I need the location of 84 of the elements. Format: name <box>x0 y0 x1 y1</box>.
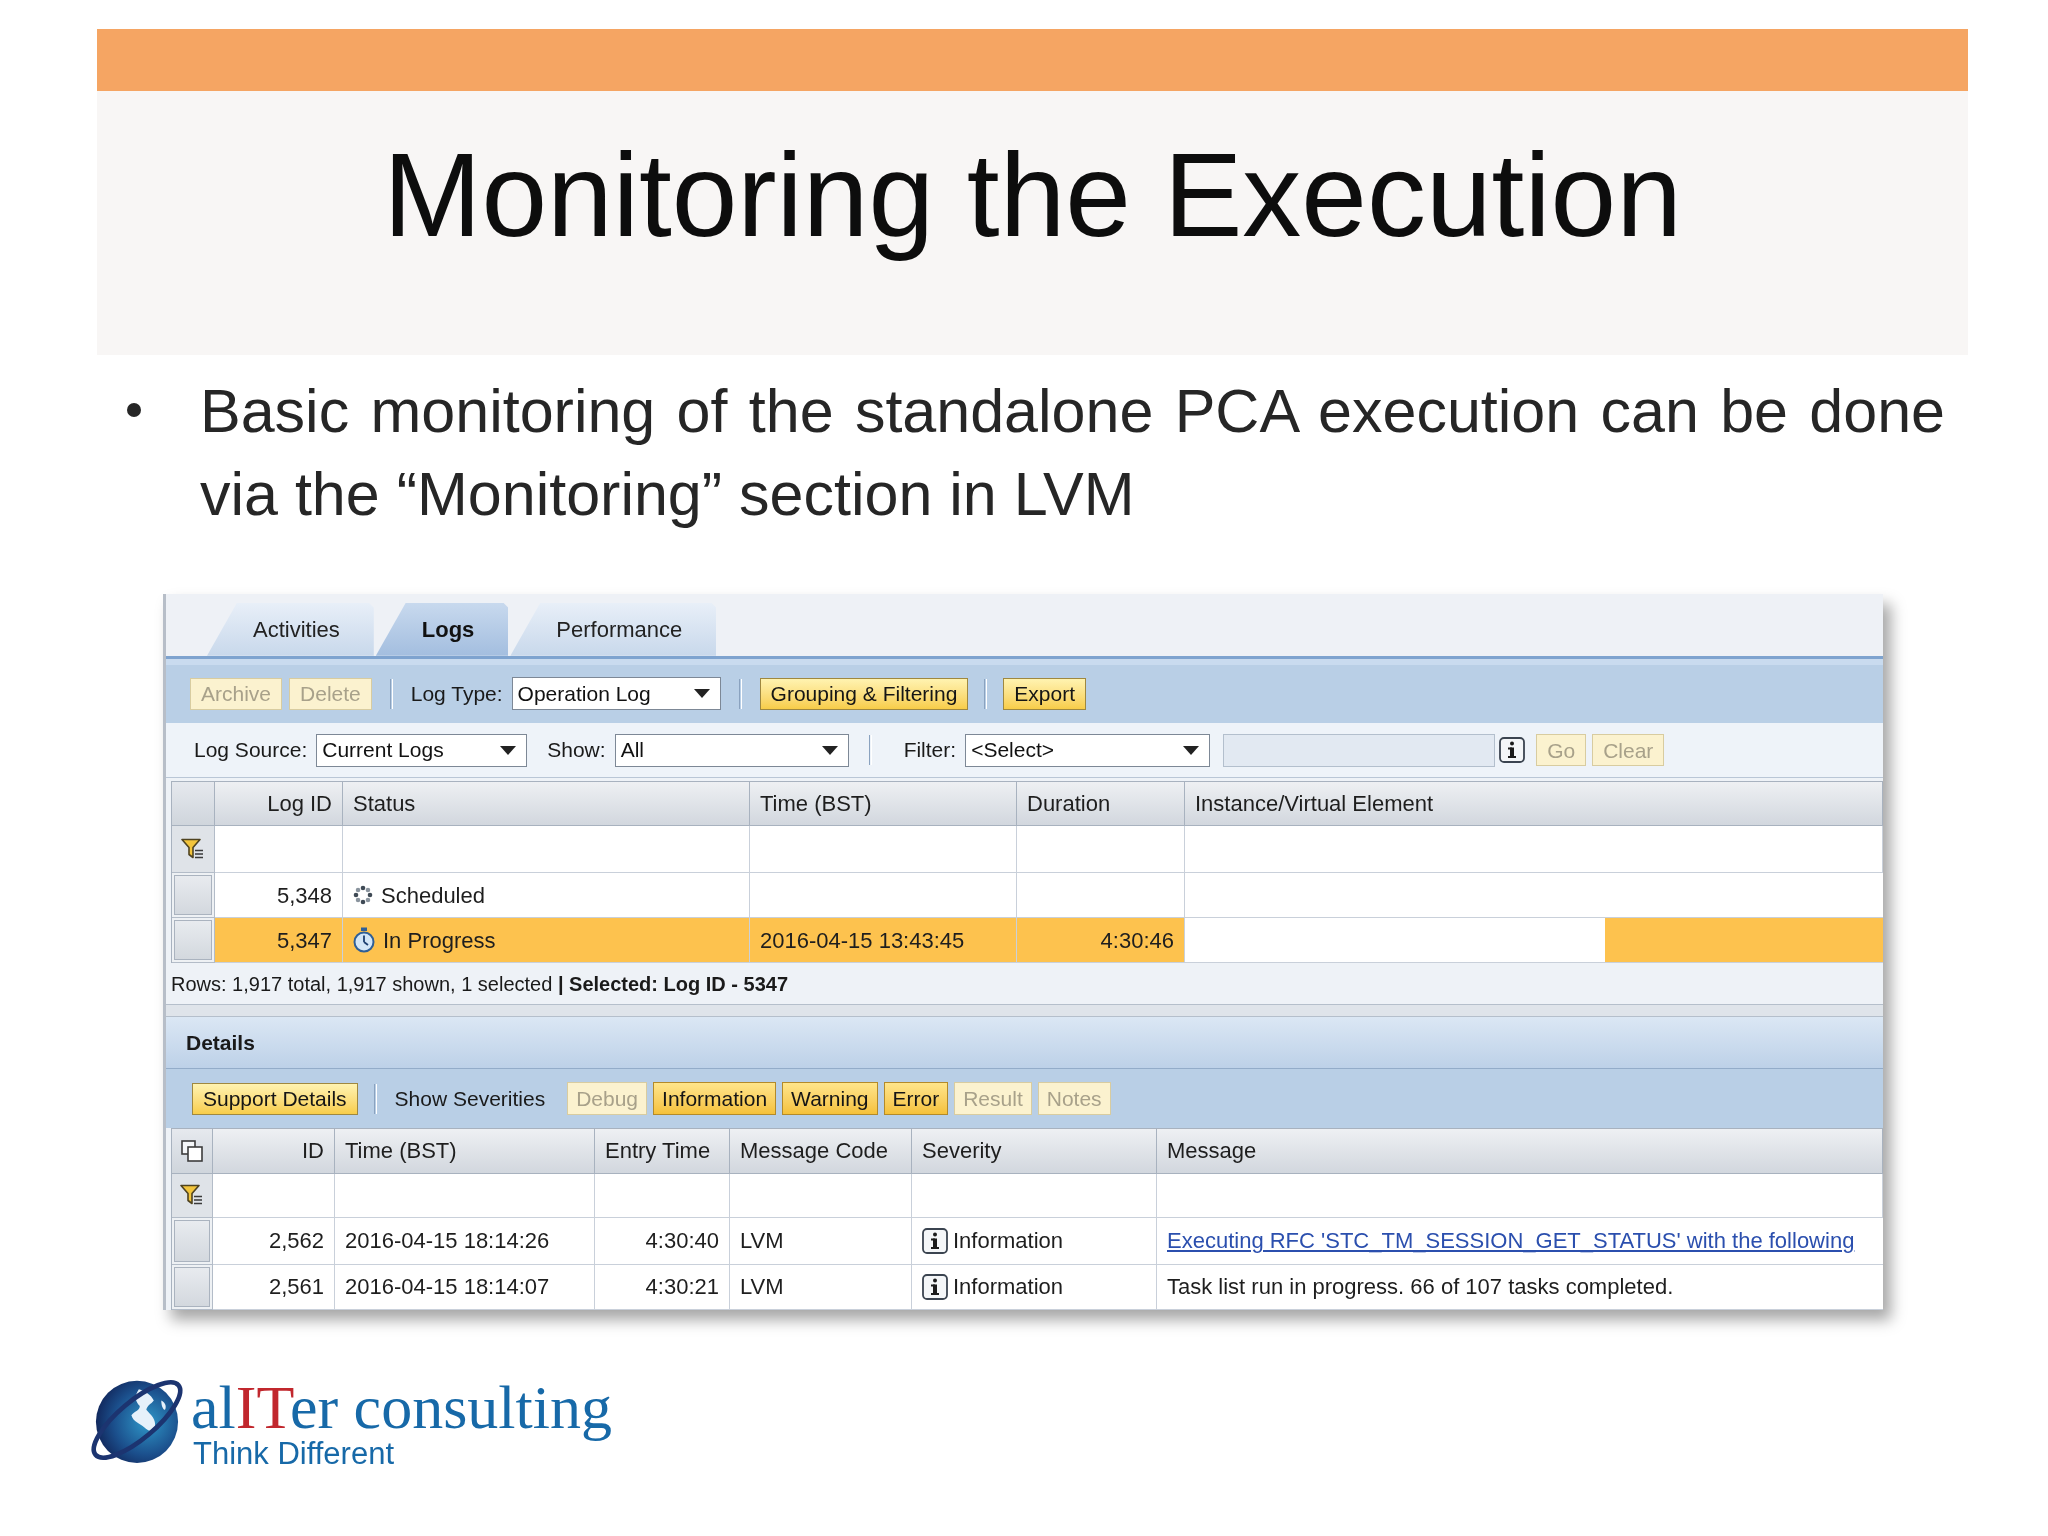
info-icon <box>922 1274 948 1300</box>
filter-input[interactable] <box>595 1174 730 1218</box>
column-header[interactable]: Severity <box>912 1129 1157 1174</box>
bullet-text: Basic monitoring of the standalone PCA execution can be done via the “Monitoring” section in LVM <box>200 376 1945 530</box>
column-header[interactable]: Entry Time <box>595 1129 730 1174</box>
column-header[interactable]: Duration <box>1017 782 1185 827</box>
row-selector[interactable] <box>174 1220 210 1262</box>
status-label: In Progress <box>383 926 496 955</box>
stopwatch-icon <box>353 927 375 954</box>
slide-title: Monitoring the Execution <box>383 128 1682 263</box>
column-header[interactable]: Log ID <box>215 782 343 827</box>
row-selector[interactable] <box>174 1267 210 1307</box>
entry-id: 2,562 <box>268 1227 324 1256</box>
severity-toggle[interactable]: Warning <box>782 1082 878 1116</box>
filter-input[interactable] <box>730 1174 912 1218</box>
spinner-icon <box>353 885 373 906</box>
timestamp: 2016-04-15 18:14:26 <box>345 1227 550 1256</box>
severity-label: Information <box>953 1227 1064 1256</box>
row-selector[interactable] <box>174 920 212 961</box>
severity-label: Information <box>953 1273 1064 1302</box>
column-header[interactable]: Message Code <box>730 1129 912 1174</box>
message-code: LVM <box>740 1273 784 1302</box>
splitter-bar[interactable] <box>166 1004 1883 1018</box>
duration: 4:30:46 <box>1100 926 1174 955</box>
dropdown[interactable]: Operation Log <box>511 677 721 711</box>
filter-input[interactable] <box>343 826 750 874</box>
filter-input[interactable] <box>213 1174 335 1218</box>
info-icon <box>922 1228 948 1254</box>
column-header[interactable]: ID <box>213 1129 335 1174</box>
severity-toggle[interactable]: Information <box>653 1082 777 1116</box>
message-text: Task list run in progress. 66 of 107 tasks completed. <box>1167 1273 1674 1302</box>
support-button[interactable]: Support Details <box>192 1082 358 1115</box>
entry-time: 4:30:21 <box>645 1273 719 1302</box>
column-header[interactable]: Status <box>343 782 750 827</box>
field-label: Log Source: <box>194 737 308 764</box>
section-title: Details <box>186 1030 255 1056</box>
filter-input[interactable] <box>1157 1174 1883 1218</box>
dropdown[interactable]: <Select> <box>965 733 1211 767</box>
column-header[interactable]: Time (BST) <box>750 782 1017 827</box>
field-label: Show: <box>547 737 606 764</box>
caret-icon <box>1183 745 1200 755</box>
timestamp: 2016-04-15 18:14:07 <box>345 1273 550 1302</box>
export-button[interactable]: Export <box>1003 677 1087 710</box>
table-row[interactable]: 5,347 In Progress 2016-04-15 13:43:45 4:30:46 <box>172 918 1883 964</box>
column-header[interactable]: Time (BST) <box>335 1129 595 1174</box>
timestamp: 2016-04-15 13:43:45 <box>760 926 965 955</box>
filter-input[interactable] <box>1017 826 1185 874</box>
column-header[interactable]: Instance/Virtual Element <box>1185 782 1883 827</box>
filter-input[interactable] <box>1185 826 1883 874</box>
column-header[interactable]: Message <box>1157 1129 1883 1174</box>
entry-id: 2,561 <box>268 1273 324 1302</box>
table-row[interactable]: 5,348 Scheduled <box>172 873 1883 919</box>
dropdown[interactable]: All <box>614 733 849 767</box>
filter-input[interactable] <box>215 826 343 874</box>
tab[interactable]: Logs <box>375 602 509 656</box>
caret-icon <box>693 689 710 699</box>
filter-input[interactable] <box>335 1174 595 1218</box>
status-label: Scheduled <box>381 881 485 910</box>
entry-time: 4:30:40 <box>645 1227 719 1256</box>
field-label: Filter: <box>903 737 957 764</box>
filter-input[interactable] <box>912 1174 1157 1218</box>
overlapping-squares-icon[interactable] <box>181 1140 203 1162</box>
filter-icon[interactable] <box>180 1184 204 1207</box>
toolbar-label: Show Severities <box>394 1085 546 1112</box>
status-text: Rows: 1,917 total, 1,917 shown, 1 selected | Selected: Log ID - 5347 <box>171 971 788 997</box>
severity-toggle[interactable]: Error <box>883 1082 949 1116</box>
input-field[interactable] <box>1223 733 1496 767</box>
log-id: 5,347 <box>276 926 332 955</box>
grouping-button[interactable]: Grouping & Filtering <box>759 677 969 710</box>
message-code: LVM <box>740 1227 784 1256</box>
info-button-icon[interactable] <box>1499 737 1526 764</box>
tab[interactable]: Performance <box>510 602 717 656</box>
caret-icon <box>821 745 838 755</box>
bullet-icon <box>127 403 141 417</box>
caret-icon <box>500 745 517 755</box>
logo-tagline: Think Different <box>192 1438 394 1470</box>
filter-icon[interactable] <box>181 838 205 861</box>
row-selector[interactable] <box>174 875 212 916</box>
dropdown[interactable]: Current Logs <box>316 733 528 767</box>
field-label: Log Type: <box>410 680 503 707</box>
tab[interactable]: Activities <box>207 602 374 656</box>
message-link[interactable]: Executing RFC 'STC_TM_SESSION_GET_STATUS' with the following <box>1167 1224 1855 1258</box>
filter-input[interactable] <box>750 826 1017 874</box>
log-id: 5,348 <box>276 881 332 910</box>
